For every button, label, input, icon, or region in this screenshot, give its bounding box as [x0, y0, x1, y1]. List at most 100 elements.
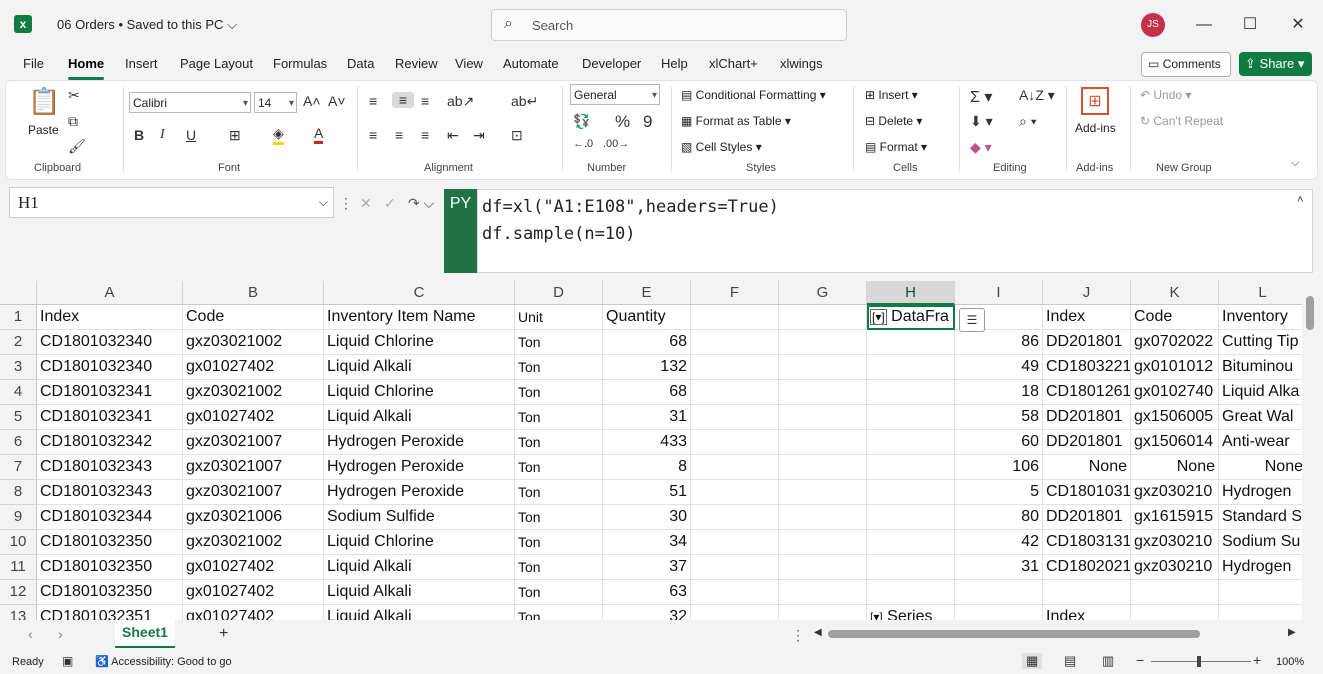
spill-cell[interactable]: Bituminou: [1219, 355, 1302, 380]
spill-cell[interactable]: 31: [955, 555, 1043, 580]
column-header-l[interactable]: L: [1219, 281, 1302, 305]
spill-cell[interactable]: 5: [955, 480, 1043, 505]
grid-cell[interactable]: Liquid Chlorine: [324, 330, 515, 355]
header-cell[interactable]: Inventory Item Name: [324, 305, 515, 330]
search-box[interactable]: ⌕ Search: [491, 9, 847, 41]
python-output-cell[interactable]: [▾] DataFra: [867, 305, 955, 330]
align-top-icon[interactable]: ≡: [369, 93, 377, 109]
grid-cell[interactable]: [1219, 605, 1302, 620]
column-header-f[interactable]: F: [691, 281, 779, 305]
spill-cell[interactable]: gxz030210: [1131, 480, 1219, 505]
python-output-icon[interactable]: ↷ ⌵: [408, 195, 434, 212]
grid-cell[interactable]: Hydrogen Peroxide: [324, 480, 515, 505]
spill-header-cell[interactable]: Index: [1043, 305, 1131, 330]
increase-indent-icon[interactable]: ⇥: [473, 127, 485, 144]
spill-cell[interactable]: 60: [955, 430, 1043, 455]
grid-cell[interactable]: [691, 505, 779, 530]
grid-cell[interactable]: Hydrogen Peroxide: [324, 455, 515, 480]
previous-sheet-icon[interactable]: ‹: [28, 626, 33, 642]
row-header[interactable]: 6: [0, 430, 37, 455]
horizontal-scrollbar[interactable]: [828, 630, 1200, 638]
collapse-ribbon-icon[interactable]: ⌵: [1291, 157, 1299, 170]
tab-view[interactable]: View: [455, 56, 483, 71]
grid-cell[interactable]: gx01027402: [183, 555, 324, 580]
add-sheet-icon[interactable]: +: [219, 625, 228, 643]
grid-cell[interactable]: 132: [603, 355, 691, 380]
sheet-tab-sheet1[interactable]: Sheet1: [115, 620, 175, 648]
row-header[interactable]: 3: [0, 355, 37, 380]
row-header[interactable]: 12: [0, 580, 37, 605]
comments-button[interactable]: ▭ Comments: [1141, 52, 1231, 77]
next-sheet-icon[interactable]: ›: [58, 626, 63, 642]
grid-cell[interactable]: Ton: [515, 555, 603, 580]
spill-cell[interactable]: gx0702022: [1131, 330, 1219, 355]
grid-cell[interactable]: [691, 580, 779, 605]
grid-cell[interactable]: 51: [603, 480, 691, 505]
redo-button[interactable]: ↻ Can't Repeat: [1140, 114, 1223, 128]
clear-icon[interactable]: ◆ ▾: [970, 139, 992, 156]
column-header-c[interactable]: C: [324, 281, 515, 305]
grid-cell[interactable]: Liquid Alkali: [324, 355, 515, 380]
worksheet-grid[interactable]: A B C D E F G H I J K L 1 Index Code Invent…: [0, 281, 1302, 620]
tab-review[interactable]: Review: [395, 56, 438, 71]
tab-xlchart[interactable]: xlChart+: [709, 56, 758, 71]
column-header-e[interactable]: E: [603, 281, 691, 305]
spill-cell[interactable]: gx0101012: [1131, 355, 1219, 380]
grid-cell[interactable]: Liquid Chlorine: [324, 380, 515, 405]
spill-cell[interactable]: 42: [955, 530, 1043, 555]
font-family-select[interactable]: Calibri ▾: [129, 92, 251, 113]
scroll-left-icon[interactable]: ◀: [814, 627, 822, 638]
spill-cell[interactable]: DD201801: [1043, 430, 1131, 455]
grid-cell[interactable]: CD1801032351: [37, 605, 183, 620]
spill-cell[interactable]: CD1802021: [1043, 555, 1131, 580]
add-ins-icon[interactable]: ⊞: [1081, 87, 1109, 115]
grid-cell[interactable]: [867, 505, 955, 530]
grid-cell[interactable]: Ton: [515, 405, 603, 430]
grid-cell[interactable]: Ton: [515, 330, 603, 355]
grid-cell[interactable]: 37: [603, 555, 691, 580]
merge-center-icon[interactable]: ⊡: [511, 127, 523, 144]
column-header-i[interactable]: I: [955, 281, 1043, 305]
grid-cell[interactable]: 68: [603, 330, 691, 355]
grid-cell[interactable]: Hydrogen Peroxide: [324, 430, 515, 455]
row-header[interactable]: 13: [0, 605, 37, 620]
grid-cell[interactable]: [867, 405, 955, 430]
accounting-format-icon[interactable]: 💱: [573, 113, 590, 130]
grid-cell[interactable]: CD1801032342: [37, 430, 183, 455]
grid-cell[interactable]: Ton: [515, 580, 603, 605]
grid-cell[interactable]: [867, 355, 955, 380]
row-header[interactable]: 10: [0, 530, 37, 555]
enter-formula-icon[interactable]: ✓: [384, 195, 396, 212]
spill-cell[interactable]: CD1803221: [1043, 355, 1131, 380]
grid-cell[interactable]: [867, 530, 955, 555]
grid-cell[interactable]: [1131, 605, 1219, 620]
spill-cell[interactable]: CD1801031: [1043, 480, 1131, 505]
grid-cell[interactable]: Ton: [515, 605, 603, 620]
grid-cell[interactable]: gx01027402: [183, 580, 324, 605]
column-header-j[interactable]: J: [1043, 281, 1131, 305]
row-header[interactable]: 4: [0, 380, 37, 405]
grid-cell[interactable]: [867, 330, 955, 355]
more-options-icon[interactable]: ⋮: [339, 195, 353, 212]
spill-cell[interactable]: 86: [955, 330, 1043, 355]
tab-formulas[interactable]: Formulas: [273, 56, 327, 71]
spill-cell[interactable]: gxz030210: [1131, 555, 1219, 580]
grid-cell[interactable]: [867, 555, 955, 580]
spill-cell[interactable]: gx0102740: [1131, 380, 1219, 405]
grid-cell[interactable]: CD1801032350: [37, 580, 183, 605]
accessibility-status[interactable]: ♿ Accessibility: Good to go: [95, 655, 232, 668]
vertical-scrollbar[interactable]: [1306, 296, 1314, 330]
align-center-icon[interactable]: ≡: [395, 127, 403, 143]
spill-cell[interactable]: DD201801: [1043, 505, 1131, 530]
macro-recording-icon[interactable]: ▣: [62, 654, 73, 668]
percent-icon[interactable]: %: [615, 112, 630, 132]
share-button[interactable]: ⇪ Share ▾: [1239, 52, 1312, 76]
zoom-out-icon[interactable]: −: [1136, 652, 1144, 668]
grid-cell[interactable]: [691, 455, 779, 480]
grid-cell[interactable]: Ton: [515, 430, 603, 455]
grid-cell[interactable]: [691, 330, 779, 355]
sort-filter-icon[interactable]: A↓Z ▾: [1019, 87, 1055, 104]
zoom-slider-thumb[interactable]: [1197, 656, 1201, 667]
spill-cell[interactable]: DD201801: [1043, 405, 1131, 430]
tab-home[interactable]: Home: [68, 56, 104, 71]
